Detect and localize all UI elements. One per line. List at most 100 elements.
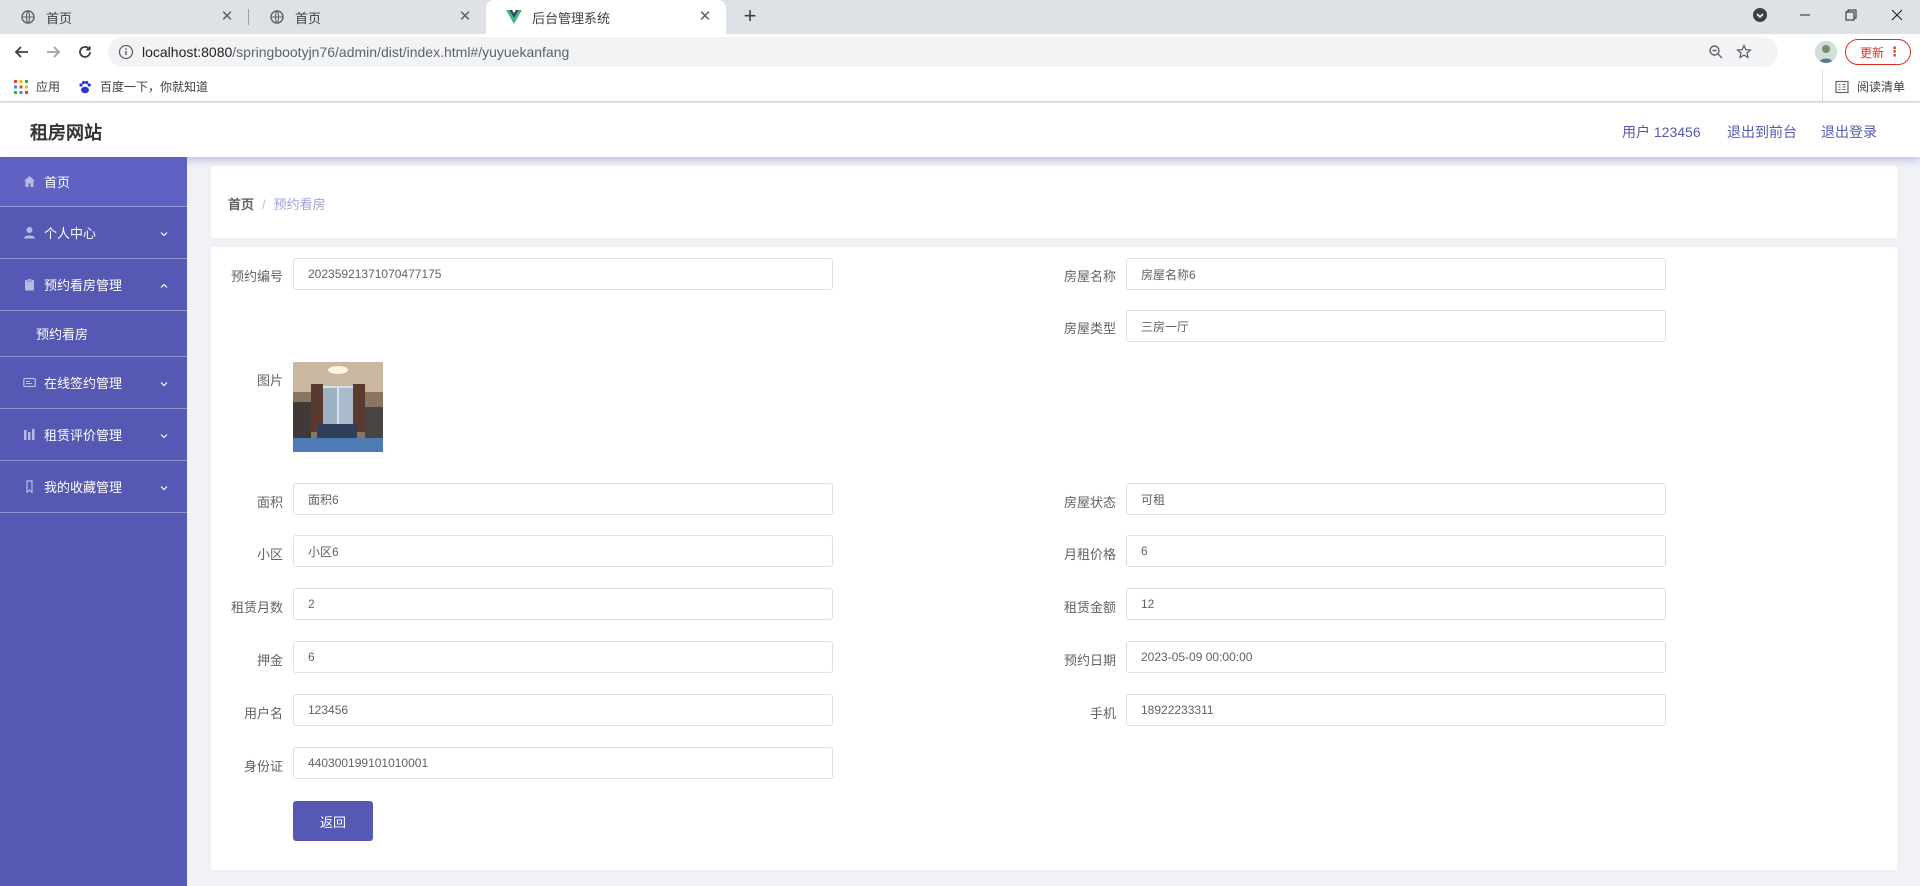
browser-tab-2[interactable]: 首页 ✕ xyxy=(249,0,486,34)
address-bar[interactable]: localhost:8080/springbootyjn76/admin/dis… xyxy=(108,37,1778,67)
back-to-front-link[interactable]: 退出到前台 xyxy=(1727,122,1797,142)
house-name-label: 房屋名称 xyxy=(1063,269,1116,284)
chart-icon xyxy=(22,428,36,442)
house-photo xyxy=(293,362,383,452)
sidebar: 首页 个人中心 预约看房管理 预约看房 在线签约管理 租赁评价管理 我的收藏管理 xyxy=(0,157,187,886)
monthly-rent-field[interactable] xyxy=(1126,535,1666,567)
browser-tab-bar: 首页 ✕ 首页 ✕ 后台管理系统 ✕ + xyxy=(0,0,1920,34)
breadcrumb: 首页 / 预约看房 xyxy=(228,194,326,213)
sidebar-item-label: 预约看房管理 xyxy=(44,278,123,293)
bookmark-apps[interactable]: 应用 xyxy=(14,78,60,95)
chevron-down-icon xyxy=(159,377,169,387)
bookmarks-divider xyxy=(1822,70,1823,102)
sidebar-item-label: 在线签约管理 xyxy=(44,376,123,391)
username-label: 用户名 xyxy=(243,706,283,721)
community-label: 小区 xyxy=(256,547,283,562)
breadcrumb-current: 预约看房 xyxy=(273,197,326,212)
vue-logo-icon xyxy=(506,9,522,25)
profile-avatar[interactable] xyxy=(1815,41,1837,63)
deposit-label: 押金 xyxy=(256,653,283,668)
app-header: 租房网站 用户 123456 退出到前台 退出登录 xyxy=(0,103,1920,157)
monthly-rent-label: 月租价格 xyxy=(1063,547,1116,562)
house-name-field[interactable] xyxy=(1126,258,1666,290)
sidebar-item-personal-center[interactable]: 个人中心 xyxy=(0,207,187,259)
close-tab-icon[interactable]: ✕ xyxy=(456,8,474,26)
breadcrumb-separator: / xyxy=(262,197,266,212)
current-user-label: 用户 123456 xyxy=(1622,124,1701,140)
restore-icon[interactable] xyxy=(1828,0,1874,30)
lease-amount-label: 租赁金额 xyxy=(1063,600,1116,615)
sidebar-item-favorites-management[interactable]: 我的收藏管理 xyxy=(0,461,187,513)
deposit-field[interactable] xyxy=(293,641,833,673)
close-tab-icon[interactable]: ✕ xyxy=(696,8,714,26)
lease-months-label: 租赁月数 xyxy=(230,600,283,615)
url-host: localhost:8080 xyxy=(142,44,233,60)
tab-search-icon[interactable] xyxy=(1737,0,1783,30)
lease-amount-field[interactable] xyxy=(1126,588,1666,620)
id-card-field[interactable] xyxy=(293,747,833,779)
username-field[interactable] xyxy=(293,694,833,726)
order-no-label: 预约编号 xyxy=(230,269,283,284)
area-field[interactable] xyxy=(293,483,833,515)
house-type-field[interactable] xyxy=(1126,310,1666,342)
chevron-down-icon xyxy=(159,481,169,491)
site-info-icon[interactable] xyxy=(118,44,134,60)
forward-arrow-icon[interactable] xyxy=(41,40,65,64)
house-status-label: 房屋状态 xyxy=(1063,495,1116,510)
sidebar-item-label: 租赁评价管理 xyxy=(44,428,123,443)
apps-grid-icon xyxy=(14,79,28,94)
chevron-down-icon xyxy=(159,227,169,237)
new-tab-button[interactable]: + xyxy=(737,4,763,30)
lease-months-field[interactable] xyxy=(293,588,833,620)
bookmark-label: 应用 xyxy=(36,80,61,94)
globe-icon xyxy=(269,9,285,25)
browser-toolbar: localhost:8080/springbootyjn76/admin/dis… xyxy=(0,34,1920,70)
return-button[interactable]: 返回 xyxy=(293,801,373,841)
phone-field[interactable] xyxy=(1126,694,1666,726)
home-icon xyxy=(22,175,36,189)
chevron-up-icon xyxy=(159,279,169,289)
back-arrow-icon[interactable] xyxy=(10,40,34,64)
bookmark-icon xyxy=(22,480,36,494)
clipboard-icon xyxy=(22,278,36,292)
sidebar-item-home[interactable]: 首页 xyxy=(0,157,187,207)
minimize-icon[interactable] xyxy=(1782,0,1828,30)
booking-date-label: 预约日期 xyxy=(1063,653,1116,668)
bookmarks-bar: 应用 百度一下，你就知道 阅读清单 xyxy=(0,70,1920,102)
update-button[interactable]: 更新 ⋮ xyxy=(1845,39,1911,65)
tab-title: 首页 xyxy=(46,10,73,26)
reading-list-button[interactable]: 阅读清单 xyxy=(1835,78,1905,95)
reading-list-label: 阅读清单 xyxy=(1857,80,1906,94)
picture-label: 图片 xyxy=(256,373,283,388)
browser-tab-1[interactable]: 首页 ✕ xyxy=(0,0,248,34)
browser-tab-3-active[interactable]: 后台管理系统 ✕ xyxy=(486,0,726,34)
bookmark-baidu[interactable]: 百度一下，你就知道 xyxy=(78,78,208,95)
sidebar-item-booking-management[interactable]: 预约看房管理 xyxy=(0,259,187,311)
sidebar-subitem-label: 预约看房 xyxy=(36,327,89,342)
tab-title: 后台管理系统 xyxy=(532,10,611,26)
close-tab-icon[interactable]: ✕ xyxy=(218,8,236,26)
sidebar-item-review-management[interactable]: 租赁评价管理 xyxy=(0,409,187,461)
bookmark-label: 百度一下，你就知道 xyxy=(100,80,209,94)
site-title: 租房网站 xyxy=(30,123,102,143)
breadcrumb-home[interactable]: 首页 xyxy=(228,197,254,212)
bookmark-star-icon[interactable] xyxy=(1736,43,1752,60)
phone-label: 手机 xyxy=(1089,706,1116,721)
house-status-field[interactable] xyxy=(1126,483,1666,515)
close-window-icon[interactable] xyxy=(1874,0,1920,30)
chevron-down-icon xyxy=(159,429,169,439)
contract-icon xyxy=(22,376,36,390)
booking-date-field[interactable] xyxy=(1126,641,1666,673)
logout-link[interactable]: 退出登录 xyxy=(1821,122,1877,142)
reading-list-icon xyxy=(1835,80,1849,94)
sidebar-item-contract-management[interactable]: 在线签约管理 xyxy=(0,357,187,409)
id-card-label: 身份证 xyxy=(243,759,283,774)
sidebar-subitem-booking[interactable]: 预约看房 xyxy=(0,311,187,357)
sidebar-item-label: 首页 xyxy=(44,175,71,190)
more-menu-icon[interactable]: ⋮ xyxy=(1888,44,1901,60)
sidebar-item-label: 个人中心 xyxy=(44,226,97,241)
order-no-field[interactable] xyxy=(293,258,833,290)
zoom-icon[interactable] xyxy=(1708,44,1724,60)
reload-icon[interactable] xyxy=(73,40,97,64)
community-field[interactable] xyxy=(293,535,833,567)
